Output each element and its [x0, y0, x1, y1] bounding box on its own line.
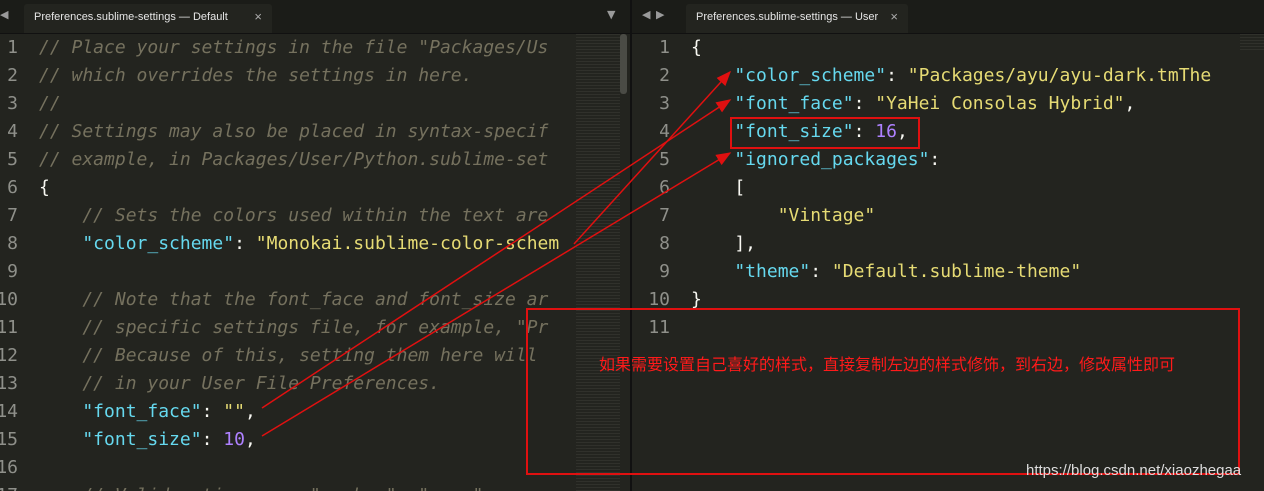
- arrow-font-size: [261, 152, 732, 437]
- annotation-arrows: [261, 70, 732, 437]
- arrow-font-face: [261, 99, 732, 409]
- arrow-color-scheme: [573, 70, 732, 245]
